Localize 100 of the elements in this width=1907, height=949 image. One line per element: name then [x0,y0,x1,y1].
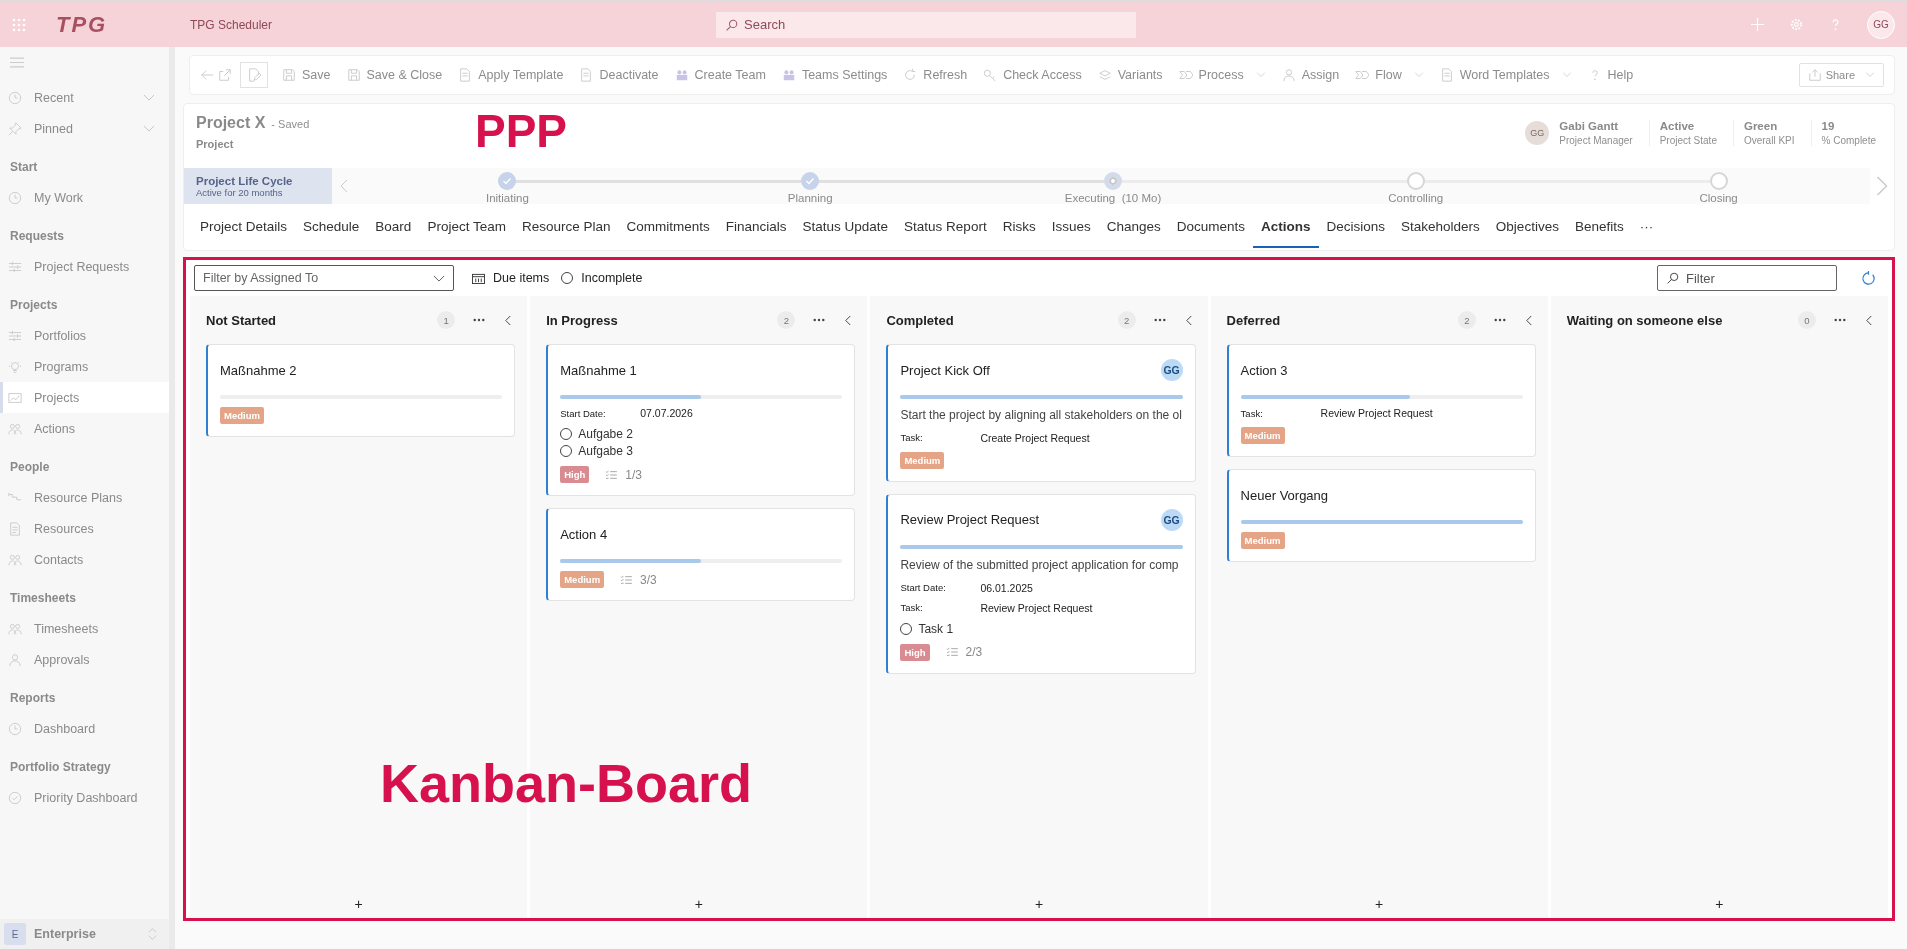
tab[interactable]: Commitments [618,206,718,248]
user-avatar[interactable]: GG [1867,10,1895,39]
collapse-chevron-icon[interactable] [845,314,852,326]
add-card-button[interactable]: + [1705,894,1734,918]
add-card-button[interactable]: + [1365,894,1394,918]
sidebar-item[interactable]: Timesheets [0,613,169,644]
tab[interactable]: Benefits [1566,206,1632,248]
tab[interactable]: Status Report [896,206,995,248]
more-icon[interactable] [813,318,826,322]
toolbar-button[interactable]: Check Access [977,68,1088,82]
toolbar-button[interactable]: Create Team [668,68,772,82]
sidebar-item[interactable]: Dashboard [0,713,169,744]
toolbar-button[interactable]: Apply Template [452,68,570,82]
sidebar-item[interactable]: Portfolios [0,320,169,351]
action-card[interactable]: Maßnahme 2 Medium [206,344,516,437]
tab[interactable]: Status Update [794,206,897,248]
field-label: Start Date: [900,582,947,594]
tab[interactable]: Documents [1168,206,1253,248]
chevron-down-icon [143,124,155,133]
toolbar-button[interactable]: Refresh [897,68,974,82]
tab[interactable]: Decisions [1318,206,1394,248]
toolbar-button[interactable]: Word Templates [1433,68,1578,82]
sidebar-item[interactable]: Contacts [0,544,169,575]
collapse-chevron-icon[interactable] [1525,314,1532,326]
collapse-chevron-icon[interactable] [1866,314,1872,326]
action-card[interactable]: Maßnahme 1 Start Date: 07.07.2026 Aufgabe 2 Aufgabe 3 High 1/3 [546,344,856,496]
sidebar-item[interactable]: Programs [0,351,169,382]
sidebar-item[interactable]: Recent [0,82,169,113]
sidebar-item[interactable]: Priority Dashboard [0,782,169,813]
sidebar-item[interactable]: My Work [0,182,169,213]
sidebar-item[interactable]: Actions [0,413,169,444]
due-items-label[interactable]: Due items [493,271,550,285]
toolbar-button[interactable]: Teams Settings [775,68,894,82]
toolbar-button[interactable]: Save [276,68,337,82]
tab[interactable]: Stakeholders [1393,206,1488,248]
tab[interactable]: Financials [717,206,795,248]
tab[interactable]: Risks [994,206,1044,248]
field-value: Review Project Request [1320,407,1433,419]
sidebar-item[interactable]: Project Requests [0,251,169,282]
search-icon [725,18,739,32]
tab[interactable]: Board [367,206,420,248]
workspace-switcher[interactable]: E Enterprise [0,919,169,949]
tab[interactable]: Issues [1043,206,1099,248]
sidebar-item[interactable]: Pinned [0,113,169,144]
toolbar-button[interactable]: Help [1581,68,1640,82]
tab[interactable]: Objectives [1487,206,1567,248]
toolbar-button[interactable]: Assign [1275,68,1346,82]
toolbar-button[interactable]: Save & Close [340,68,449,82]
more-icon[interactable] [473,318,486,322]
more-icon[interactable] [1834,318,1846,322]
sidebar-item[interactable]: Resources [0,513,169,544]
item-count: 2 [777,311,796,329]
toolbar-button[interactable]: Deactivate [573,68,665,82]
more-icon[interactable] [1493,318,1506,322]
collapse-chevron-icon[interactable] [505,314,512,326]
sidebar-item[interactable]: Approvals [0,644,169,675]
tab[interactable]: Changes [1098,206,1169,248]
card-title: Project Kick Off [900,362,990,378]
checklist-icon [945,647,958,658]
priority-tag: Medium [220,407,264,424]
priority-tag: Medium [1240,427,1285,444]
toolbar-button[interactable]: Process [1172,68,1272,82]
tab[interactable]: Schedule [295,206,368,248]
more-tabs-button[interactable]: ··· [1631,206,1662,248]
refresh-icon[interactable] [1861,270,1876,286]
stat-value: Green [1743,120,1779,132]
more-icon[interactable] [1153,318,1166,322]
sidebar-item[interactable]: Resource Plans [0,482,169,513]
lifecycle-label: Project Life Cycle Active for 20 months [184,168,332,204]
collapse-chevron-icon[interactable] [1185,314,1192,326]
annotation-text: Kanban-Board [380,752,752,814]
tab[interactable]: Project Details [192,206,296,248]
tab[interactable]: Actions [1253,206,1319,248]
toolbar-button[interactable]: Variants [1091,68,1169,82]
person-icon [8,652,22,667]
tab[interactable]: Resource Plan [513,206,619,248]
toolbar-button[interactable]: Flow [1349,68,1430,82]
stage-label: Controlling [1388,192,1444,204]
project-title: Project X [196,114,266,132]
filter-field[interactable]: Filter [1657,265,1837,291]
search-field[interactable]: Search [716,11,1137,38]
assigned-filter-dropdown[interactable]: Filter by Assigned To [194,265,454,291]
sidebar-item[interactable]: Projects [0,382,169,413]
share-button[interactable]: Share [1798,63,1884,87]
check-icon [8,790,22,805]
tab[interactable]: Project Team [419,206,514,248]
item-count: 2 [1117,311,1136,329]
add-card-button[interactable]: + [1024,894,1054,918]
action-card[interactable]: Review Project Request GG Review of the submitted project application for comp Start Date: 06.01.2025 Task: Review Project Request Task 1 High 2/3 [886,493,1196,674]
add-card-button[interactable]: + [684,894,713,918]
doc-icon [8,521,22,536]
people-icon [8,552,22,567]
owner-name: Gabi Gantt [1559,120,1620,132]
field-value: 06.01.2025 [980,581,1033,594]
action-card[interactable]: Project Kick Off GG Start the project by aligning all stakeholders on the ol Task: Create Project Request Medium [886,344,1196,482]
add-card-button[interactable]: + [344,894,373,918]
action-card[interactable]: Action 4 Medium 3/3 [546,508,856,601]
action-card[interactable]: Action 3 Task: Review Project Request Medium [1226,344,1536,457]
action-card[interactable]: Neuer Vorgang Medium [1226,469,1536,562]
stage-label: Initiating [485,192,529,204]
